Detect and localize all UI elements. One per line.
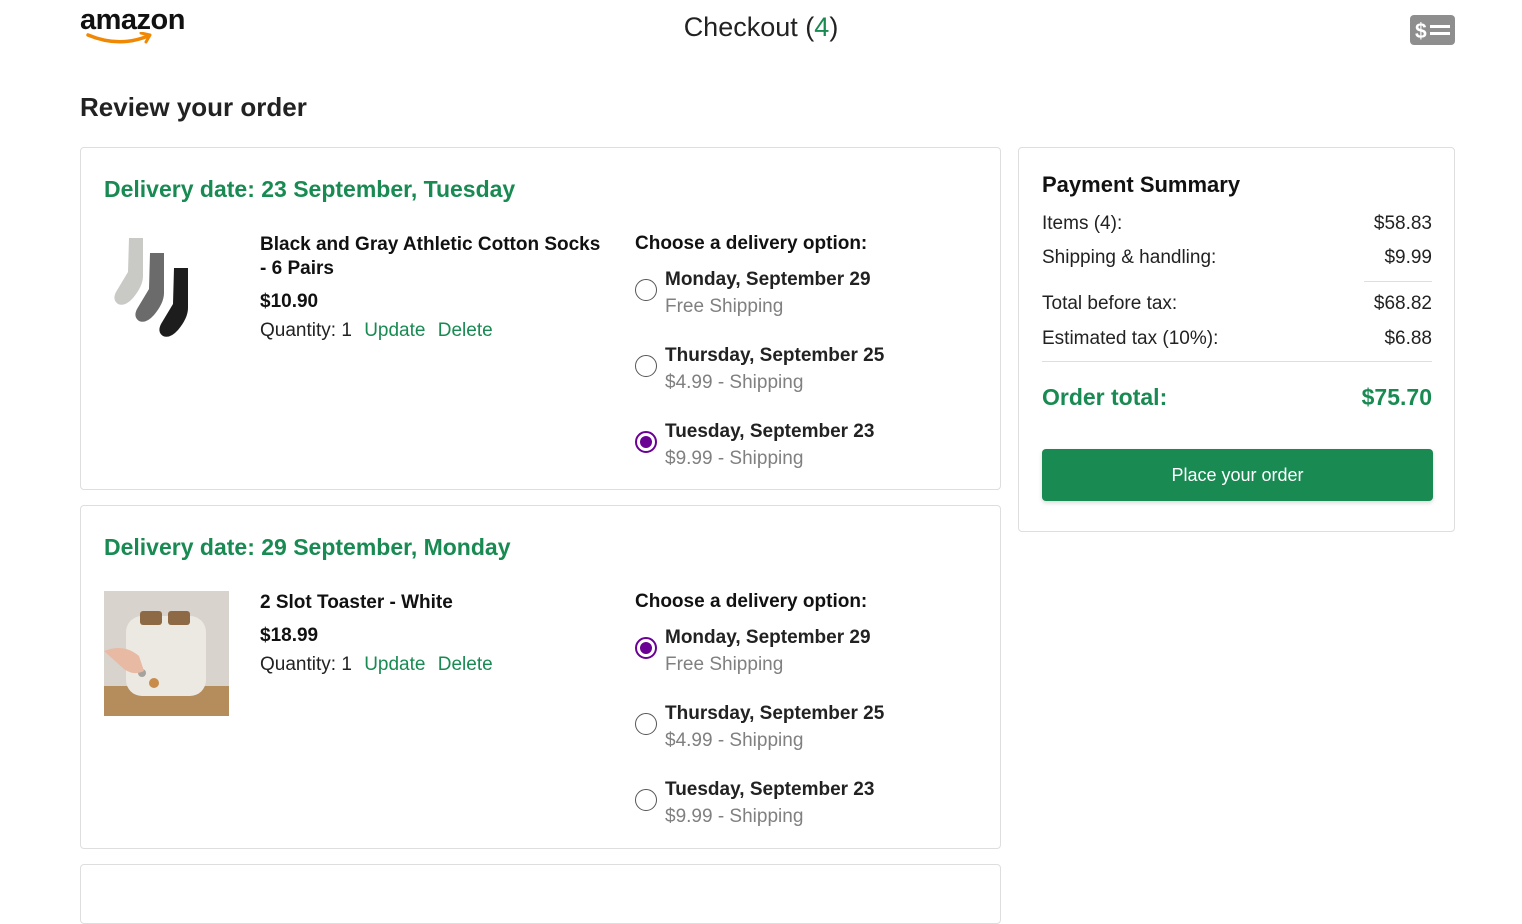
summary-row-tax: Estimated tax (10%): $6.88 bbox=[1042, 328, 1432, 350]
update-quantity-link[interactable]: Update bbox=[364, 654, 425, 675]
delete-item-link[interactable]: Delete bbox=[438, 320, 493, 341]
before-tax-value: $68.82 bbox=[1373, 293, 1432, 314]
product-image-socks bbox=[104, 233, 229, 358]
svg-text:$: $ bbox=[1415, 20, 1427, 43]
before-tax-label: Total before tax: bbox=[1042, 293, 1178, 314]
order-total-value: $75.70 bbox=[1361, 384, 1432, 410]
delivery-option-radio[interactable] bbox=[635, 789, 657, 811]
delivery-option-date: Monday, September 29 bbox=[665, 627, 871, 648]
delivery-options-heading: Choose a delivery option: bbox=[635, 233, 868, 254]
quantity-label: Quantity: bbox=[260, 320, 337, 341]
product-name: 2 Slot Toaster - White bbox=[260, 592, 453, 613]
delivery-date: Delivery date: 23 September, Tuesday bbox=[104, 176, 516, 202]
product-info: 2 Slot Toaster - White $18.99 Quantity: … bbox=[260, 591, 605, 676]
delivery-option-date: Monday, September 29 bbox=[665, 269, 871, 290]
delivery-option[interactable]: Tuesday, September 23 $9.99 - Shipping bbox=[635, 779, 995, 845]
delivery-date: Delivery date: 29 September, Monday bbox=[104, 534, 511, 560]
delivery-option-date: Tuesday, September 23 bbox=[665, 779, 875, 800]
items-label: Items (4): bbox=[1042, 213, 1123, 234]
delivery-option-radio-selected[interactable] bbox=[635, 637, 657, 659]
product-image-toaster bbox=[104, 591, 229, 716]
place-order-button[interactable]: Place your order bbox=[1042, 449, 1433, 501]
checkout-label: Checkout bbox=[683, 12, 798, 42]
delivery-option-price: Free Shipping bbox=[665, 654, 784, 675]
delete-item-link[interactable]: Delete bbox=[438, 654, 493, 675]
quantity-line: Quantity: 1 Update Delete bbox=[260, 320, 605, 342]
quantity-label: Quantity: bbox=[260, 654, 337, 675]
delivery-option-price: $4.99 - Shipping bbox=[665, 372, 804, 393]
shipping-label: Shipping & handling: bbox=[1042, 247, 1217, 268]
delivery-option-price: $4.99 - Shipping bbox=[665, 730, 804, 751]
delivery-options-heading: Choose a delivery option: bbox=[635, 591, 868, 612]
page-title: Review your order bbox=[80, 92, 307, 122]
delivery-option-date: Thursday, September 25 bbox=[665, 703, 885, 724]
delivery-option-price: Free Shipping bbox=[665, 296, 784, 317]
product-price: $10.90 bbox=[260, 291, 319, 312]
items-value: $58.83 bbox=[1373, 213, 1432, 234]
delivery-options: Choose a delivery option: Monday, Septem… bbox=[635, 591, 995, 845]
quantity-value: 1 bbox=[341, 320, 352, 341]
total-divider bbox=[1042, 361, 1432, 362]
product-name: Black and Gray Athletic Cotton Socks - 6… bbox=[260, 234, 601, 279]
delivery-option[interactable]: Thursday, September 25 $4.99 - Shipping bbox=[635, 703, 995, 769]
shipping-value: $9.99 bbox=[1384, 247, 1432, 268]
quantity-value: 1 bbox=[341, 654, 352, 675]
subtotal-divider bbox=[1364, 281, 1432, 282]
dollar-lines-icon: $ bbox=[1410, 15, 1455, 45]
summary-row-before-tax: Total before tax: $68.82 bbox=[1042, 293, 1432, 315]
delivery-option-radio[interactable] bbox=[635, 355, 657, 377]
payment-summary-title: Payment Summary bbox=[1042, 172, 1241, 197]
order-card: Delivery date: 29 September, Monday 2 Sl… bbox=[80, 505, 1001, 849]
delivery-option-radio[interactable] bbox=[635, 279, 657, 301]
update-quantity-link[interactable]: Update bbox=[364, 320, 425, 341]
delivery-option[interactable]: Monday, September 29 Free Shipping bbox=[635, 269, 995, 335]
order-total-row: Order total: $75.70 bbox=[1042, 384, 1432, 411]
page-header: amazon Checkout (4) $ bbox=[0, 0, 1522, 60]
delivery-option-price: $9.99 - Shipping bbox=[665, 806, 804, 827]
delivery-options: Choose a delivery option: Monday, Septem… bbox=[635, 233, 995, 487]
delivery-option[interactable]: Thursday, September 25 $4.99 - Shipping bbox=[635, 345, 995, 411]
tax-label: Estimated tax (10%): bbox=[1042, 328, 1219, 349]
checkout-item-count[interactable]: 4 bbox=[814, 12, 829, 42]
quantity-line: Quantity: 1 Update Delete bbox=[260, 654, 605, 676]
delivery-option-radio-selected[interactable] bbox=[635, 431, 657, 453]
delivery-option-date: Tuesday, September 23 bbox=[665, 421, 875, 442]
summary-row-shipping: Shipping & handling: $9.99 bbox=[1042, 247, 1432, 269]
delivery-option-radio[interactable] bbox=[635, 713, 657, 735]
product-info: Black and Gray Athletic Cotton Socks - 6… bbox=[260, 233, 605, 342]
delivery-option[interactable]: Monday, September 29 Free Shipping bbox=[635, 627, 995, 693]
product-price: $18.99 bbox=[260, 625, 319, 646]
order-card: Delivery date: 23 September, Tuesday Bla… bbox=[80, 147, 1001, 490]
delivery-option[interactable]: Tuesday, September 23 $9.99 - Shipping bbox=[635, 421, 995, 487]
payment-summary: Payment Summary Items (4): $58.83 Shippi… bbox=[1018, 147, 1455, 532]
tax-value: $6.88 bbox=[1384, 328, 1432, 349]
summary-row-items: Items (4): $58.83 bbox=[1042, 213, 1432, 235]
checkout-title: Checkout (4) bbox=[683, 12, 839, 42]
delivery-option-date: Thursday, September 25 bbox=[665, 345, 885, 366]
order-card bbox=[80, 864, 1001, 924]
order-total-label: Order total: bbox=[1042, 384, 1168, 410]
delivery-option-price: $9.99 - Shipping bbox=[665, 448, 804, 469]
